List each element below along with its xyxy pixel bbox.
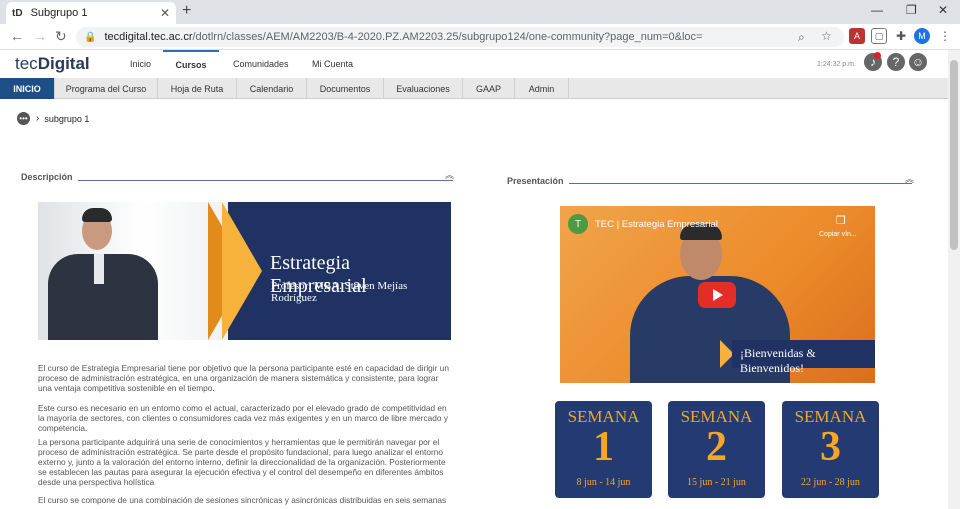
back-icon[interactable]: ← xyxy=(10,28,24,44)
week-card-2[interactable]: SEMANA 2 15 jun - 21 jun xyxy=(668,401,765,498)
zoom-icon[interactable]: ⌕ xyxy=(798,30,805,45)
user-avatar-icon[interactable]: ☺ xyxy=(909,53,927,71)
copy-link-label[interactable]: Copiar vín... xyxy=(819,231,857,238)
nav-mi-cuenta[interactable]: Mi Cuenta xyxy=(312,50,353,78)
video-player[interactable]: T TEC | Estrategia Empresarial ❐ Copiar … xyxy=(560,206,875,383)
breadcrumb: ••• › subgrupo 1 xyxy=(17,112,89,125)
description-paragraph: El curso se compone de una combinación d… xyxy=(38,495,447,505)
presentacion-divider xyxy=(569,183,912,184)
week-number: 2 xyxy=(706,424,727,470)
descripcion-title: Descripción xyxy=(21,172,73,182)
week-card-3[interactable]: SEMANA 3 22 jun - 28 jun xyxy=(782,401,879,498)
description-paragraph: El curso de Estrategia Empresarial tiene… xyxy=(38,363,449,393)
chevron-right-icon: › xyxy=(36,113,40,124)
browser-tab[interactable]: tD Subgrupo 1 ✕ xyxy=(6,2,176,24)
breadcrumb-current[interactable]: subgrupo 1 xyxy=(44,114,89,124)
week-dates: 8 jun - 14 jun xyxy=(576,477,631,488)
notification-badge xyxy=(874,52,881,59)
profile-avatar[interactable]: M xyxy=(914,28,930,44)
browser-toolbar: ← → ↻ 🔒 tecdigital.tec.ac.cr /dotlrn/cla… xyxy=(0,24,960,50)
extension-icon[interactable]: ▢ xyxy=(871,28,887,44)
descripcion-divider xyxy=(78,180,453,181)
subnav-programa[interactable]: Programa del Curso xyxy=(55,78,158,99)
week-card-1[interactable]: SEMANA 1 8 jun - 14 jun xyxy=(555,401,652,498)
subnav-calendario[interactable]: Calendario xyxy=(237,78,307,99)
description-paragraph: La persona participante adquirirá una se… xyxy=(38,437,446,487)
week-number: 1 xyxy=(593,424,614,470)
more-icon[interactable]: ••• xyxy=(17,112,30,125)
description-paragraph: Este curso es necesario en un entorno co… xyxy=(38,403,448,433)
url-host: tecdigital.tec.ac.cr xyxy=(104,31,193,43)
browser-tabstrip: tD Subgrupo 1 ✕ + — ❐ ✕ xyxy=(0,0,960,24)
subnav-admin[interactable]: Admin xyxy=(515,78,569,99)
channel-avatar[interactable]: T xyxy=(568,214,588,234)
minimize-icon[interactable]: — xyxy=(871,3,883,17)
video-welcome-text: ¡Bienvenidas & Bienvenidos! xyxy=(740,346,816,375)
clock: 1:24:32 p.m. xyxy=(817,61,856,68)
forward-icon[interactable]: → xyxy=(33,28,47,44)
new-tab-icon[interactable]: + xyxy=(182,2,191,20)
url-path: /dotlrn/classes/AEM/AM2203/B-4-2020.PZ.A… xyxy=(192,31,703,43)
lock-icon: 🔒 xyxy=(84,31,97,43)
subnav-evaluaciones[interactable]: Evaluaciones xyxy=(384,78,463,99)
tab-favicon: tD xyxy=(12,7,23,19)
week-dates: 22 jun - 28 jun xyxy=(801,477,860,488)
pdf-extension-icon[interactable]: A xyxy=(849,28,865,44)
week-number: 3 xyxy=(820,424,841,470)
subnav-gaap[interactable]: GAAP xyxy=(463,78,515,99)
collapse-descripcion-icon[interactable]: ︽ xyxy=(445,168,454,181)
tecdigital-logo[interactable]: tecDigital xyxy=(15,54,90,74)
reload-icon[interactable]: ↻ xyxy=(55,28,67,45)
help-icon[interactable]: ? xyxy=(887,53,905,71)
nav-cursos[interactable]: Cursos xyxy=(163,50,219,78)
collapse-presentacion-icon[interactable]: ︽ xyxy=(905,172,914,185)
app-header: tecDigital Inicio Cursos Comunidades Mi … xyxy=(0,50,948,78)
tab-title: Subgrupo 1 xyxy=(30,7,88,19)
subnav-inicio[interactable]: INICIO xyxy=(0,78,55,99)
video-title[interactable]: TEC | Estrategia Empresarial xyxy=(595,219,718,230)
subnav-hoja-de-ruta[interactable]: Hoja de Ruta xyxy=(158,78,237,99)
restore-icon[interactable]: ❐ xyxy=(906,3,917,17)
close-window-icon[interactable]: ✕ xyxy=(938,3,948,17)
browser-menu-icon[interactable]: ⋮ xyxy=(937,28,953,44)
nav-inicio[interactable]: Inicio xyxy=(130,50,151,78)
address-bar[interactable]: 🔒 tecdigital.tec.ac.cr /dotlrn/classes/A… xyxy=(76,27,844,47)
scrollbar-thumb[interactable] xyxy=(950,60,958,250)
puzzle-icon[interactable]: ✚ xyxy=(893,28,909,44)
copy-link-icon[interactable]: ❐ xyxy=(836,214,846,227)
course-subnav: INICIO Programa del Curso Hoja de Ruta C… xyxy=(0,78,948,99)
play-button-icon[interactable] xyxy=(698,282,736,308)
course-banner: Estrategia Empresarial Profesor: MBA. St… xyxy=(38,202,451,340)
banner-subtitle: Profesor: MBA. Steven Mejías Rodríguez xyxy=(271,280,408,304)
bookmark-star-icon[interactable]: ☆ xyxy=(821,29,832,43)
week-dates: 15 jun - 21 jun xyxy=(687,477,746,488)
subnav-documentos[interactable]: Documentos xyxy=(307,78,384,99)
presentacion-title: Presentación xyxy=(507,176,564,186)
close-tab-icon[interactable]: ✕ xyxy=(160,6,170,20)
nav-comunidades[interactable]: Comunidades xyxy=(233,50,289,78)
